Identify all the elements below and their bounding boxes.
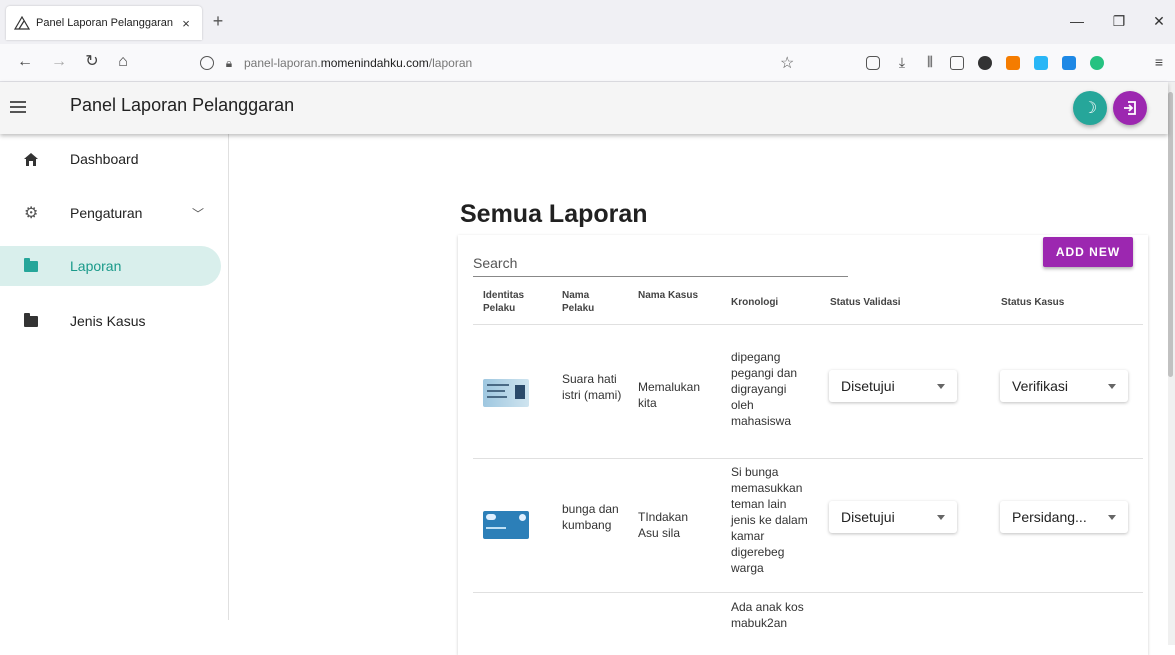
dropdown-caret-icon xyxy=(1108,514,1116,520)
tracking-shield-icon[interactable] xyxy=(200,56,214,70)
app-header: Panel Laporan Pelanggaran ☽ xyxy=(0,82,1168,134)
hamburger-menu-icon[interactable] xyxy=(10,98,26,114)
browser-tab[interactable]: Panel Laporan Pelanggaran × xyxy=(6,6,202,40)
tab-close-icon[interactable]: × xyxy=(178,16,194,31)
column-header[interactable]: Status Validasi xyxy=(830,296,901,309)
tab-title: Panel Laporan Pelanggaran xyxy=(36,17,174,29)
logout-icon xyxy=(1124,101,1136,115)
kronologi-cell: dipegang pegangi dan digrayangi oleh mah… xyxy=(731,350,798,428)
app-logo-icon xyxy=(14,16,30,30)
table-header: Identitas Pelaku Nama Pelaku Nama Kasus … xyxy=(473,283,1143,325)
sidebar-item-pengaturan[interactable]: ⚙ Pengaturan ﹀ xyxy=(0,193,221,233)
report-table-card: Search ADD NEW Identitas Pelaku Nama Pel… xyxy=(458,235,1148,655)
column-header[interactable]: Kronologi xyxy=(731,296,778,309)
pocket-icon[interactable] xyxy=(866,56,880,70)
column-header[interactable]: Nama Pelaku xyxy=(562,289,607,315)
moon-icon: ☽ xyxy=(1082,100,1098,117)
sidebar-toggle-icon[interactable] xyxy=(950,56,964,70)
id-card-image[interactable] xyxy=(483,379,529,407)
minimize-icon[interactable]: — xyxy=(1069,13,1085,29)
sidebar-item-label: Dashboard xyxy=(70,151,139,167)
status-kasus-select[interactable]: Verifikasi xyxy=(1000,370,1128,402)
bookmark-star-icon[interactable]: ☆ xyxy=(780,53,794,73)
download-icon[interactable]: ⤓ xyxy=(893,53,911,71)
sidebar-item-laporan[interactable]: Laporan xyxy=(0,246,221,286)
sidebar-item-label: Jenis Kasus xyxy=(70,313,146,329)
extension-screen-icon[interactable] xyxy=(1062,56,1076,70)
app-title: Panel Laporan Pelanggaran xyxy=(70,95,295,115)
id-card-image[interactable] xyxy=(483,511,529,539)
dropdown-caret-icon xyxy=(1108,383,1116,389)
scrollbar-thumb[interactable] xyxy=(1168,92,1173,377)
lock-icon[interactable]: 🔒︎ xyxy=(222,56,236,71)
address-bar[interactable]: 🔒︎ panel-laporan.momenindahku.com/lapora… xyxy=(200,49,810,77)
restore-icon[interactable]: ❐ xyxy=(1111,13,1127,30)
report-table: Identitas Pelaku Nama Pelaku Nama Kasus … xyxy=(473,283,1143,653)
sidebar: Dashboard ⚙ Pengaturan ﹀ Laporan Jenis K… xyxy=(0,134,229,620)
table-row: bunga dan kumbang TIndakan Asu sila Si b… xyxy=(473,459,1143,593)
table-row: Ada anak kos mabuk2an xyxy=(473,593,1143,653)
home-icon[interactable]: ⌂ xyxy=(114,53,132,71)
dropdown-caret-icon xyxy=(937,383,945,389)
search-input[interactable]: Search xyxy=(473,253,848,277)
browser-tab-bar: Panel Laporan Pelanggaran × + — ❐ ✕ xyxy=(0,0,1175,44)
kronologi-cell: Si bunga memasukkan teman lain jenis ke … xyxy=(731,465,808,575)
sidebar-item-label: Pengaturan xyxy=(70,205,143,221)
nama-kasus-cell: Memalukan kita xyxy=(638,380,701,410)
extension-copy-icon[interactable] xyxy=(1034,56,1048,70)
table-row: Suara hati istri (mami) Memalukan kita d… xyxy=(473,325,1143,459)
sidebar-item-label: Laporan xyxy=(70,258,122,274)
folder-icon xyxy=(24,312,38,327)
extension-k-icon[interactable] xyxy=(978,56,992,70)
extension-sc-icon[interactable] xyxy=(1006,56,1020,70)
gear-icon: ⚙ xyxy=(24,205,39,222)
sidebar-item-jenis-kasus[interactable]: Jenis Kasus xyxy=(0,301,221,341)
home-icon xyxy=(24,152,38,166)
column-header[interactable]: Identitas Pelaku xyxy=(483,289,538,315)
add-new-button[interactable]: ADD NEW xyxy=(1043,237,1133,267)
sidebar-item-dashboard[interactable]: Dashboard xyxy=(0,139,221,179)
column-header[interactable]: Nama Kasus xyxy=(638,289,708,302)
url-text: panel-laporan.momenindahku.com/laporan xyxy=(244,56,473,70)
page-scrollbar[interactable] xyxy=(1168,82,1175,645)
nama-pelaku-cell: bunga dan kumbang xyxy=(562,502,619,532)
status-kasus-select[interactable]: Persidang... xyxy=(1000,501,1128,533)
nama-pelaku-cell: Suara hati istri (mami) xyxy=(562,372,622,402)
theme-toggle-button[interactable]: ☽ xyxy=(1073,91,1107,125)
window-close-icon[interactable]: ✕ xyxy=(1151,13,1167,30)
folder-icon xyxy=(24,257,38,272)
back-arrow-icon[interactable]: ← xyxy=(16,53,34,71)
page-title: Semua Laporan xyxy=(460,200,648,228)
logout-button[interactable] xyxy=(1113,91,1147,125)
extension-grammarly-icon[interactable] xyxy=(1090,56,1104,70)
new-tab-button[interactable]: + xyxy=(210,12,226,30)
status-validasi-select[interactable]: Disetujui xyxy=(829,370,957,402)
nama-kasus-cell: TIndakan Asu sila xyxy=(638,510,689,540)
chevron-down-icon[interactable]: ﹀ xyxy=(192,205,204,222)
browser-navigation-bar: ← → ↻ ⌂ 🔒︎ panel-laporan.momenindahku.co… xyxy=(0,44,1175,82)
reload-icon[interactable]: ↻ xyxy=(83,53,101,71)
kronologi-cell: Ada anak kos mabuk2an xyxy=(731,600,804,630)
menu-icon[interactable]: ≡ xyxy=(1150,53,1168,71)
forward-arrow-icon[interactable]: → xyxy=(50,53,68,71)
status-validasi-select[interactable]: Disetujui xyxy=(829,501,957,533)
column-header[interactable]: Status Kasus xyxy=(1001,296,1064,309)
library-icon[interactable]: ⫼ xyxy=(921,53,939,71)
dropdown-caret-icon xyxy=(937,514,945,520)
